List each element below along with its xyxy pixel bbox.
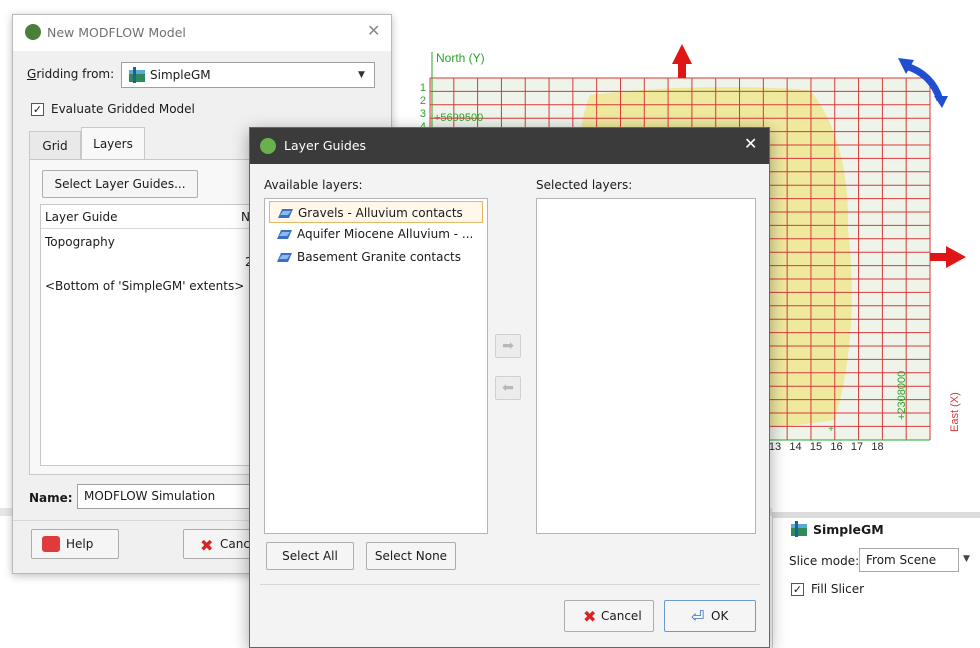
select-none-button[interactable]: Select None <box>366 542 456 570</box>
table-row[interactable]: <Bottom of 'SimpleGM' extents> <box>45 279 244 293</box>
enter-arrow-icon: ⏎ <box>691 607 705 626</box>
gridding-from-label: Gridding from: <box>27 67 115 81</box>
geological-model-icon <box>791 521 807 537</box>
selected-layers-label: Selected layers: <box>536 178 633 192</box>
grid-row-number: 2 <box>420 95 426 107</box>
arrow-right-icon[interactable]: ➡ <box>495 334 521 358</box>
grid-column-number: 16 <box>830 441 842 453</box>
select-layer-guides-button[interactable]: Select Layer Guides... <box>42 170 198 198</box>
arrow-left-icon[interactable]: ⬅ <box>495 376 521 400</box>
grid-column-number: 17 <box>851 441 863 453</box>
grid-row-number: 3 <box>420 108 426 120</box>
cancel-x-icon: ✖ <box>200 536 214 555</box>
tab-grid[interactable]: Grid <box>29 131 81 159</box>
grid-row-number: 1 <box>420 82 426 94</box>
close-icon[interactable]: ✕ <box>744 134 757 153</box>
list-item-label: Aquifer Miocene Alluvium - ... <box>297 227 474 241</box>
grid-column-number: 14 <box>789 441 801 453</box>
cancel-button[interactable]: ✖ Cancel <box>564 600 654 632</box>
column-header-layer-guide[interactable]: Layer Guide <box>45 210 118 224</box>
available-layers-list[interactable]: Gravels - Alluvium contacts Aquifer Mioc… <box>264 198 488 534</box>
gridding-from-value: SimpleGM <box>150 68 211 82</box>
help-button-label: Help <box>66 537 94 551</box>
gridding-from-label-rest: ridding from: <box>36 67 115 81</box>
help-icon <box>42 536 60 552</box>
name-label: Name: <box>29 491 73 505</box>
properties-title: SimpleGM <box>813 522 884 537</box>
available-layers-label: Available layers: <box>264 178 363 192</box>
slice-mode-label: Slice mode: <box>789 554 860 568</box>
window-titlebar[interactable]: New MODFLOW Model ✕ <box>13 15 391 51</box>
help-button[interactable]: Help <box>31 529 119 559</box>
fill-slicer-checkbox[interactable]: ✓ <box>791 583 804 596</box>
surface-layer-icon <box>278 209 293 218</box>
cancel-button-label: Canc <box>220 537 250 551</box>
list-item-label: Gravels - Alluvium contacts <box>298 206 463 220</box>
y-coordinate-label: +5699500 <box>434 112 483 124</box>
table-row[interactable]: Topography <box>45 235 115 249</box>
selected-layers-list[interactable] <box>536 198 756 534</box>
east-axis-label: East (X) <box>949 392 961 432</box>
chevron-down-icon[interactable]: ▼ <box>358 70 365 80</box>
dialog-titlebar[interactable]: Layer Guides ✕ <box>250 128 769 164</box>
list-item[interactable]: Gravels - Alluvium contacts <box>269 201 483 223</box>
north-axis-label: North (Y) <box>436 51 485 65</box>
list-item[interactable]: Basement Granite contacts <box>269 246 483 268</box>
ok-button[interactable]: ⏎ OK <box>664 600 756 632</box>
layer-guides-dialog: Layer Guides ✕ Available layers: Selecte… <box>249 127 770 648</box>
slice-mode-select[interactable]: From Scene <box>859 548 959 572</box>
window-title: New MODFLOW Model <box>47 25 186 40</box>
app-logo-icon <box>260 138 276 154</box>
close-icon[interactable]: ✕ <box>367 21 380 40</box>
fill-slicer-label: Fill Slicer <box>811 582 865 596</box>
dialog-title: Layer Guides <box>284 138 367 153</box>
grid-column-number: 13 <box>769 441 781 453</box>
gridding-from-select[interactable]: SimpleGM ▼ <box>121 62 375 88</box>
cancel-button-label: Cancel <box>601 609 642 623</box>
surface-layer-icon <box>277 230 292 239</box>
surface-layer-icon <box>277 253 292 262</box>
chevron-down-icon[interactable]: ▼ <box>963 554 970 564</box>
app-logo-icon <box>25 24 41 40</box>
properties-toolbar <box>773 512 980 518</box>
geological-model-icon <box>129 67 145 83</box>
x-coordinate-label: +2308000 <box>896 371 908 420</box>
evaluate-gridded-model-label: Evaluate Gridded Model <box>51 102 195 116</box>
footer-divider <box>260 584 760 585</box>
list-item-label: Basement Granite contacts <box>297 250 462 264</box>
grid-column-number: 18 <box>871 441 883 453</box>
list-item[interactable]: Aquifer Miocene Alluvium - ... <box>269 223 483 245</box>
x-tick-mark: + <box>828 424 834 435</box>
ok-button-label: OK <box>711 609 729 623</box>
properties-panel: SimpleGM Slice mode: From Scene ▼ ✓ Fill… <box>772 512 980 648</box>
tab-layers[interactable]: Layers <box>81 127 145 160</box>
grid-column-number: 15 <box>810 441 822 453</box>
cancel-x-icon: ✖ <box>583 607 597 626</box>
select-all-button[interactable]: Select All <box>266 542 354 570</box>
evaluate-gridded-model-checkbox[interactable]: ✓ <box>31 103 44 116</box>
